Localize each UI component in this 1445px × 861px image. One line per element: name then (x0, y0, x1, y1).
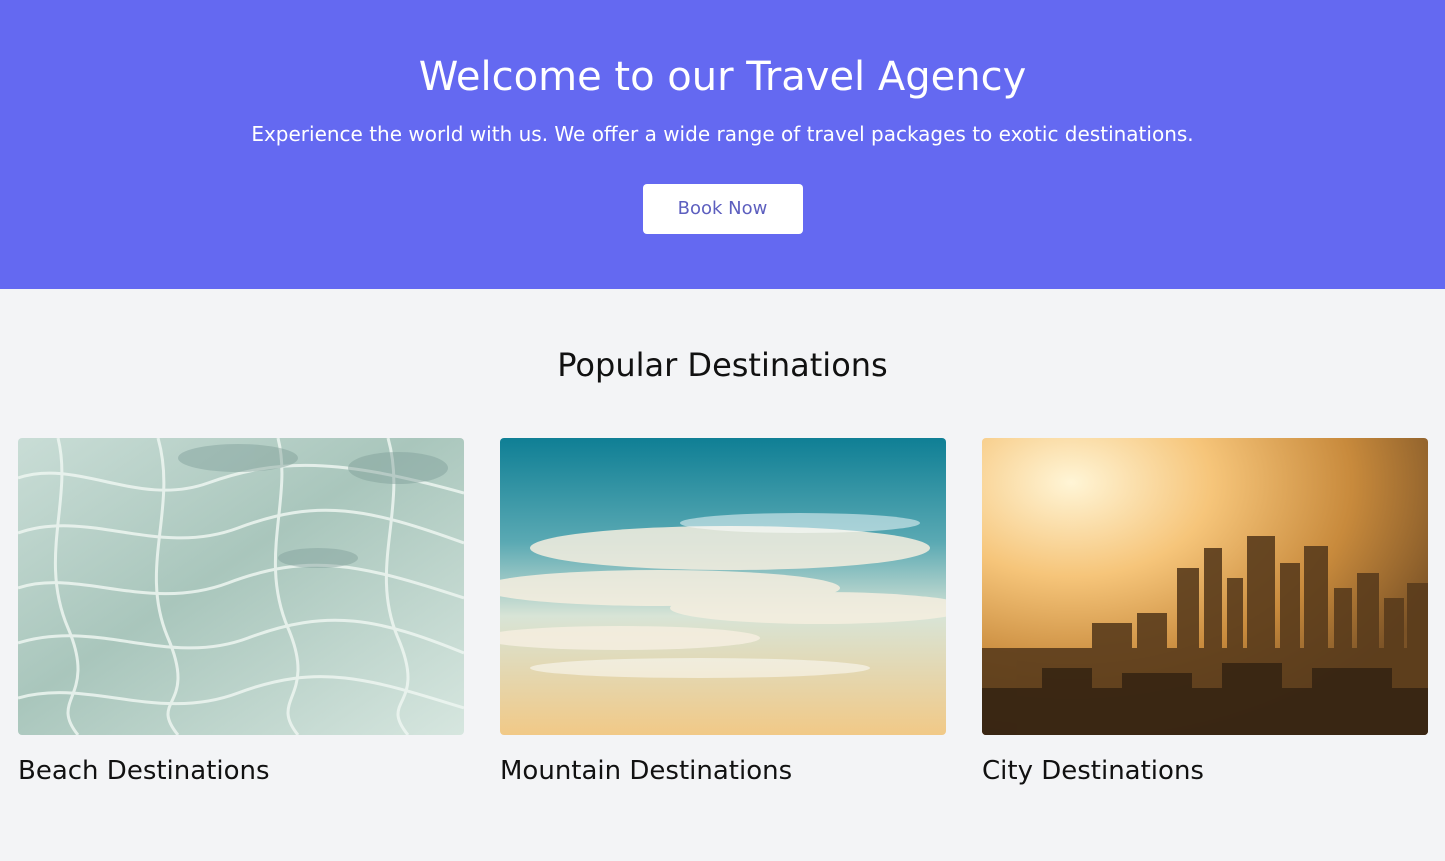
hero-title: Welcome to our Travel Agency (418, 54, 1027, 100)
city-image[interactable] (982, 438, 1428, 735)
destination-card-city[interactable]: City Destinations (982, 438, 1428, 787)
destination-card-label[interactable]: Beach Destinations (18, 755, 464, 787)
section-title: Popular Destinations (557, 346, 888, 384)
hero-subtitle: Experience the world with us. We offer a… (251, 122, 1194, 146)
destination-card-label[interactable]: City Destinations (982, 755, 1428, 787)
destination-card-label[interactable]: Mountain Destinations (500, 755, 946, 787)
destination-card-mountain[interactable]: Mountain Destinations (500, 438, 946, 787)
mountain-image[interactable] (500, 438, 946, 735)
beach-image[interactable] (18, 438, 464, 735)
hero-banner: Welcome to our Travel Agency Experience … (0, 0, 1445, 289)
destination-cards: Beach Destinations Mountain Destinations… (18, 438, 1428, 787)
destination-card-beach[interactable]: Beach Destinations (18, 438, 464, 787)
book-now-button[interactable]: Book Now (642, 184, 803, 234)
